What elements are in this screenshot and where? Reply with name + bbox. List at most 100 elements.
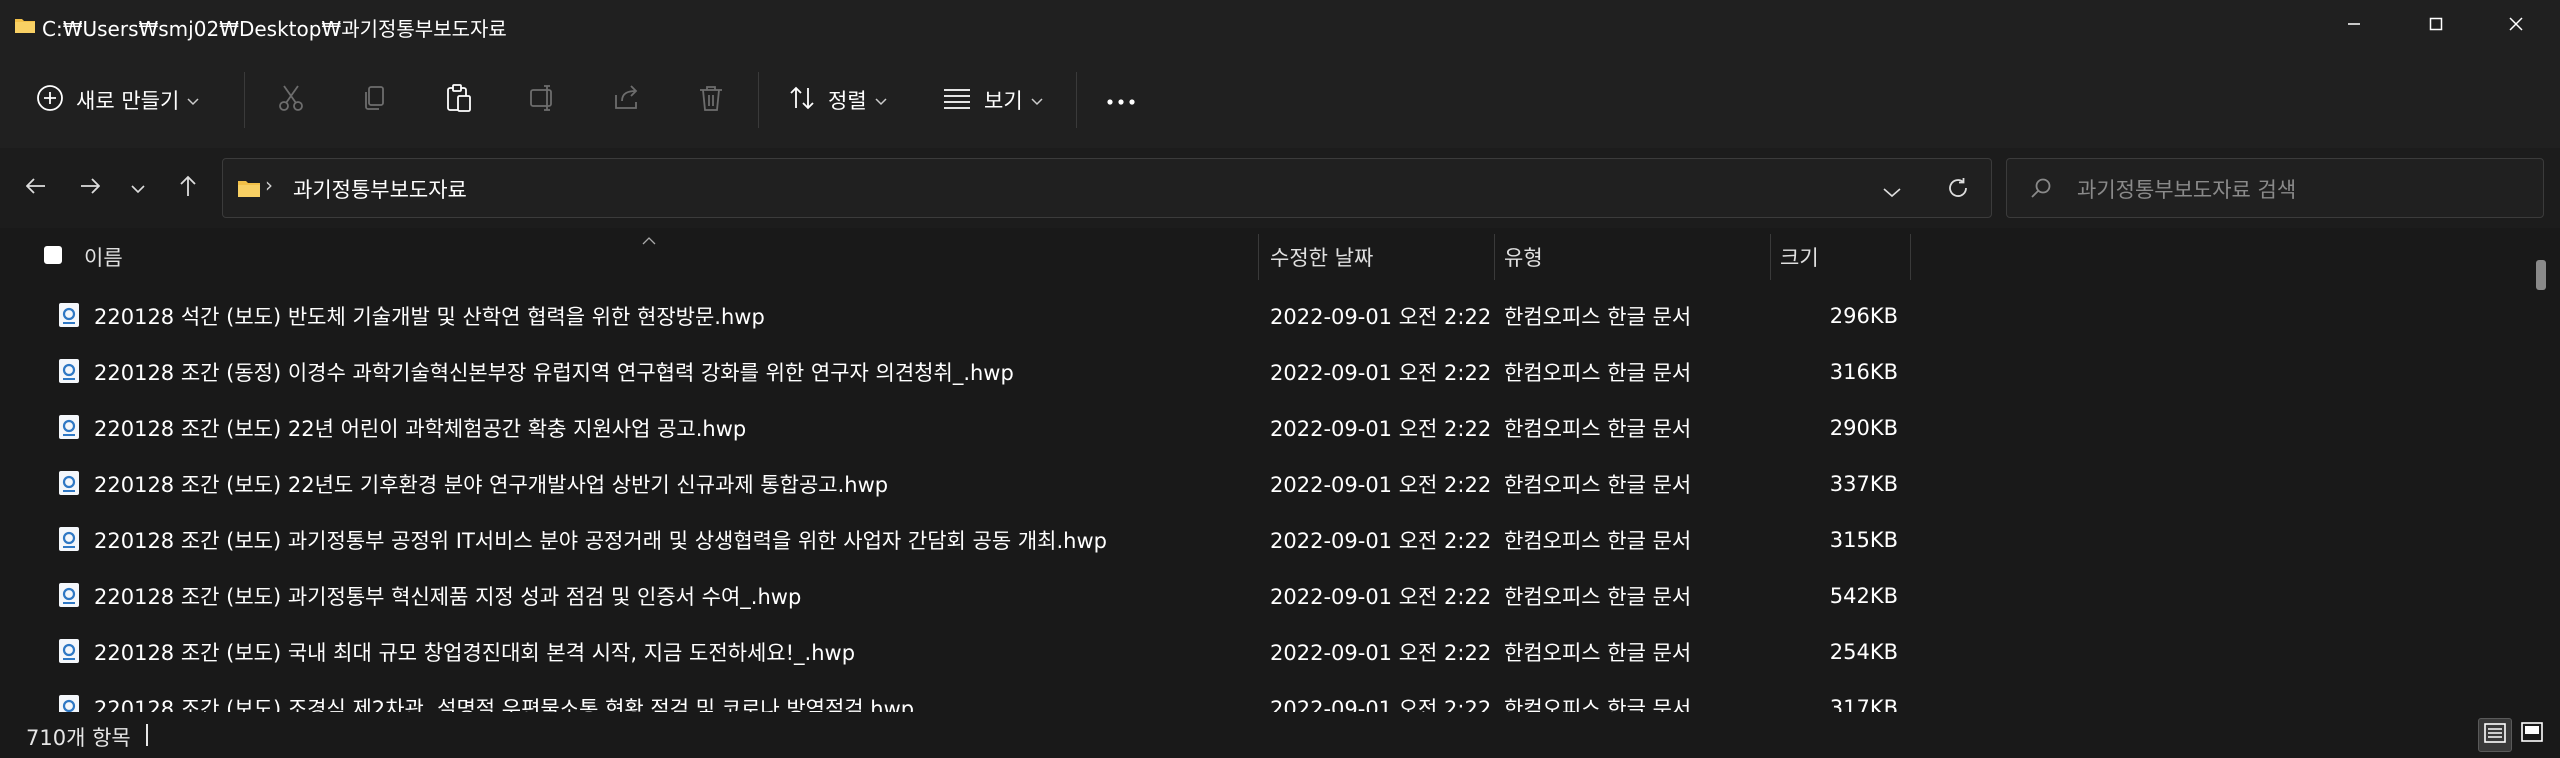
file-name: 220128 조간 (보도) 22년도 기후환경 분야 연구개발사업 상반기 신… xyxy=(94,473,889,497)
up-button[interactable] xyxy=(170,170,206,206)
column-divider[interactable] xyxy=(1258,234,1259,280)
more-dots-icon xyxy=(1106,91,1136,110)
file-row[interactable]: 220128 조간 (보도) 22년도 기후환경 분야 연구개발사업 상반기 신… xyxy=(0,456,2520,512)
column-name[interactable]: 이름 xyxy=(84,228,123,286)
chevron-down-icon[interactable] xyxy=(1883,183,1901,202)
share-button[interactable] xyxy=(612,52,642,148)
chevron-down-icon xyxy=(875,91,887,110)
file-size: 316KB xyxy=(1829,360,1898,384)
file-list: 220128 석간 (보도) 반도체 기술개발 및 산학연 협력을 위한 현장방… xyxy=(0,288,2520,712)
file-row[interactable]: 220128 조간 (보도) 국내 최대 규모 창업경진대회 본격 시작, 지금… xyxy=(0,624,2520,680)
navigation-bar: › 과기정통부보도자료 과기정통부보도자료 검색 xyxy=(0,148,2560,228)
chevron-down-icon xyxy=(1031,91,1043,110)
details-view-icon xyxy=(2483,721,2507,749)
file-name: 220128 조간 (동정) 이경수 과학기술혁신본부장 유럽지역 연구협력 강… xyxy=(94,361,1014,385)
file-modified: 2022-09-01 오전 2:22 xyxy=(1270,417,1492,441)
hwp-file-icon xyxy=(58,302,80,328)
maximize-button[interactable] xyxy=(2392,0,2480,52)
file-type: 한컴오피스 한글 문서 xyxy=(1504,641,1692,665)
forward-button[interactable] xyxy=(72,170,108,206)
back-button[interactable] xyxy=(18,170,54,206)
column-divider[interactable] xyxy=(1494,234,1495,280)
minimize-button[interactable] xyxy=(2310,0,2398,52)
search-box[interactable]: 과기정통부보도자료 검색 xyxy=(2006,158,2544,218)
address-bar[interactable]: › 과기정통부보도자료 xyxy=(222,158,1992,218)
delete-button[interactable] xyxy=(696,52,726,148)
paste-button[interactable] xyxy=(444,52,474,148)
file-row[interactable]: 220128 조간 (보도) 22년 어린이 과학체험공간 확충 지원사업 공고… xyxy=(0,400,2520,456)
file-name: 220128 조간 (보도) 조경식 제2차관, 설명절 우편물소통 현황 점검… xyxy=(94,697,915,712)
file-size: 290KB xyxy=(1829,416,1898,440)
toolbar-separator xyxy=(1076,72,1077,128)
preview-view-icon xyxy=(2520,720,2544,748)
hwp-file-icon xyxy=(58,358,80,384)
file-name: 220128 조간 (보도) 과기정통부 혁신제품 지정 성과 점검 및 인증서… xyxy=(94,585,802,609)
view-button-label: 보기 xyxy=(984,89,1023,113)
file-modified: 2022-09-01 오전 2:22 xyxy=(1270,697,1492,712)
new-button[interactable]: 새로 만들기 xyxy=(36,52,199,148)
status-bar: 710개 항목 xyxy=(0,712,2560,758)
folder-icon xyxy=(14,16,36,38)
close-icon xyxy=(2508,16,2524,36)
file-row[interactable]: 220128 조간 (동정) 이경수 과학기술혁신본부장 유럽지역 연구협력 강… xyxy=(0,344,2520,400)
file-modified: 2022-09-01 오전 2:22 xyxy=(1270,361,1492,385)
breadcrumb-item[interactable]: 과기정통부보도자료 xyxy=(293,174,467,204)
refresh-icon[interactable] xyxy=(1947,177,1969,203)
file-row[interactable]: 220128 조간 (보도) 과기정통부 혁신제품 지정 성과 점검 및 인증서… xyxy=(0,568,2520,624)
file-row[interactable]: 220128 석간 (보도) 반도체 기술개발 및 산학연 협력을 위한 현장방… xyxy=(0,288,2520,344)
new-button-label: 새로 만들기 xyxy=(76,89,180,113)
hwp-file-icon xyxy=(58,414,80,440)
file-modified: 2022-09-01 오전 2:22 xyxy=(1270,473,1492,497)
select-all-checkbox[interactable] xyxy=(44,246,62,264)
file-name: 220128 조간 (보도) 과기정통부 공정위 IT서비스 분야 공정거래 및… xyxy=(94,529,1107,553)
column-type[interactable]: 유형 xyxy=(1504,228,1543,286)
share-icon xyxy=(612,83,642,117)
folder-icon xyxy=(237,178,261,202)
toolbar-separator xyxy=(244,72,245,128)
column-divider[interactable] xyxy=(1910,234,1911,280)
details-view-button[interactable] xyxy=(2478,718,2512,752)
sort-button[interactable]: 정렬 xyxy=(788,52,887,148)
status-divider xyxy=(146,724,148,746)
hwp-file-icon xyxy=(58,582,80,608)
thumbnail-view-button[interactable] xyxy=(2516,718,2548,750)
file-size: 296KB xyxy=(1829,304,1898,328)
column-divider[interactable] xyxy=(1770,234,1771,280)
minimize-icon xyxy=(2346,16,2362,36)
scrollbar-thumb[interactable] xyxy=(2536,260,2546,290)
file-size: 254KB xyxy=(1829,640,1898,664)
file-name: 220128 석간 (보도) 반도체 기술개발 및 산학연 협력을 위한 현장방… xyxy=(94,305,765,329)
file-type: 한컴오피스 한글 문서 xyxy=(1504,697,1692,712)
file-row[interactable]: 220128 조간 (보도) 과기정통부 공정위 IT서비스 분야 공정거래 및… xyxy=(0,512,2520,568)
file-type: 한컴오피스 한글 문서 xyxy=(1504,417,1692,441)
hwp-file-icon xyxy=(58,470,80,496)
file-type: 한컴오피스 한글 문서 xyxy=(1504,585,1692,609)
more-options-button[interactable] xyxy=(1106,52,1136,148)
search-icon xyxy=(2029,177,2053,205)
file-row[interactable]: 220128 조간 (보도) 조경식 제2차관, 설명절 우편물소통 현황 점검… xyxy=(0,680,2520,712)
rename-button[interactable] xyxy=(528,52,558,148)
file-size: 317KB xyxy=(1829,696,1898,712)
toolbar-separator xyxy=(758,72,759,128)
view-button[interactable]: 보기 xyxy=(942,52,1043,148)
column-size[interactable]: 크기 xyxy=(1780,228,1819,286)
copy-button[interactable] xyxy=(360,52,390,148)
title-bar: C:₩Users₩smj02₩Desktop₩과기정통부보도자료 xyxy=(0,0,2560,52)
vertical-scrollbar[interactable] xyxy=(2532,258,2548,712)
view-list-icon xyxy=(942,86,972,114)
recent-locations-button[interactable] xyxy=(120,170,156,206)
sort-icon xyxy=(788,84,816,116)
file-modified: 2022-09-01 오전 2:22 xyxy=(1270,305,1492,329)
trash-icon xyxy=(696,83,726,117)
close-button[interactable] xyxy=(2472,0,2560,52)
file-type: 한컴오피스 한글 문서 xyxy=(1504,361,1692,385)
chevron-down-icon xyxy=(187,91,199,110)
column-modified[interactable]: 수정한 날짜 xyxy=(1270,228,1373,286)
rename-icon xyxy=(528,83,558,117)
cut-button[interactable] xyxy=(276,52,306,148)
search-input[interactable]: 과기정통부보도자료 검색 xyxy=(2077,174,2296,204)
column-header: 이름 수정한 날짜 유형 크기 xyxy=(0,228,2560,286)
file-type: 한컴오피스 한글 문서 xyxy=(1504,529,1692,553)
file-type: 한컴오피스 한글 문서 xyxy=(1504,305,1692,329)
item-count: 710개 항목 xyxy=(26,726,131,750)
